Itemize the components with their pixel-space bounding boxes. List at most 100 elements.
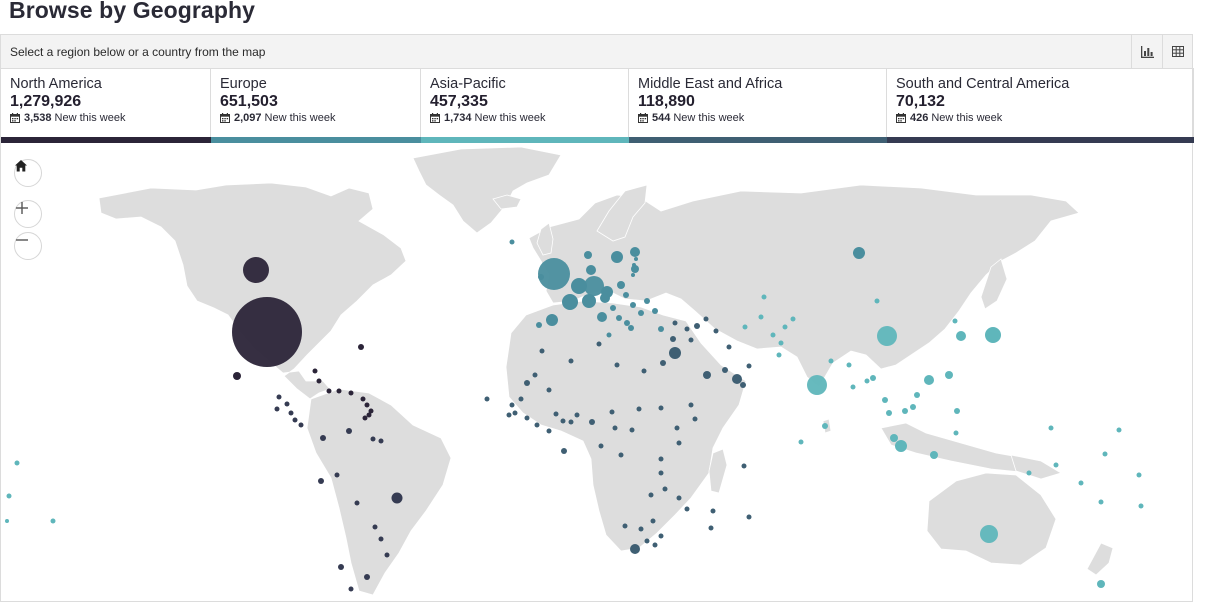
new-guinea-landmass[interactable] (1010, 454, 1062, 480)
country-bubble-asia-pacific[interactable] (846, 362, 852, 368)
country-bubble-mea[interactable] (574, 412, 580, 418)
country-bubble-south-america[interactable] (334, 472, 340, 478)
country-bubble-asia-pacific[interactable] (870, 375, 876, 381)
country-bubble-asia-pacific[interactable] (822, 423, 828, 429)
country-bubble-mea[interactable] (703, 371, 711, 379)
country-bubble-asia-pacific[interactable] (956, 331, 966, 341)
country-bubble-europe[interactable] (624, 320, 630, 326)
map-canvas[interactable] (1, 143, 1194, 603)
country-bubble-asia-pacific[interactable] (952, 318, 958, 324)
country-bubble-asia-pacific[interactable] (1138, 503, 1144, 509)
country-bubble-europe[interactable] (562, 294, 578, 310)
country-bubble-europe[interactable] (546, 314, 558, 326)
country-bubble-asia-pacific[interactable] (1136, 472, 1142, 478)
country-bubble-south-america[interactable] (384, 552, 390, 558)
country-bubble-south-america[interactable] (288, 410, 294, 416)
country-bubble-north-america[interactable] (243, 257, 269, 283)
country-bubble-europe[interactable] (632, 263, 636, 267)
country-bubble-europe[interactable] (630, 247, 640, 257)
country-bubble-mea[interactable] (676, 440, 682, 446)
country-bubble-asia-pacific[interactable] (902, 408, 908, 414)
country-bubble-europe[interactable] (601, 286, 613, 298)
country-bubble-europe[interactable] (658, 326, 664, 332)
country-bubble-asia-pacific[interactable] (954, 408, 960, 414)
country-bubble-mea[interactable] (688, 402, 694, 408)
country-bubble-mea[interactable] (672, 320, 678, 326)
country-bubble-south-america[interactable] (354, 500, 360, 506)
map-home-button[interactable] (14, 159, 42, 187)
country-bubble-europe[interactable] (611, 251, 623, 263)
country-bubble-asia-pacific[interactable] (924, 375, 934, 385)
country-bubble-south-america[interactable] (348, 586, 354, 592)
country-bubble-asia-pacific[interactable] (890, 434, 898, 442)
country-bubble-europe[interactable] (584, 276, 604, 296)
country-bubble-asia-pacific[interactable] (776, 352, 782, 358)
country-bubble-mea[interactable] (746, 514, 752, 520)
zoom-out-button[interactable] (14, 232, 42, 260)
country-bubble-mea[interactable] (539, 348, 545, 354)
country-bubble-south-america[interactable] (370, 436, 376, 442)
country-bubble-mea[interactable] (546, 428, 552, 434)
country-bubble-mea[interactable] (534, 422, 540, 428)
country-bubble-mea[interactable] (553, 411, 559, 417)
country-bubble-asia-pacific[interactable] (910, 404, 916, 410)
country-bubble-north-america[interactable] (364, 402, 370, 408)
country-bubble-europe[interactable] (853, 247, 865, 259)
country-bubble-mea[interactable] (726, 344, 732, 350)
country-bubble-mea[interactable] (676, 495, 682, 501)
africa-landmass[interactable] (505, 300, 747, 552)
country-bubble-mea[interactable] (532, 372, 538, 378)
country-bubble-europe[interactable] (616, 315, 622, 321)
country-bubble-mea[interactable] (688, 337, 694, 343)
country-bubble-asia-pacific[interactable] (850, 384, 856, 390)
country-bubble-mea[interactable] (506, 412, 512, 418)
country-bubble-mea[interactable] (740, 382, 746, 388)
country-bubble-mea[interactable] (713, 328, 719, 334)
country-bubble-north-america[interactable] (233, 372, 241, 380)
country-bubble-asia-pacific[interactable] (761, 294, 767, 300)
country-bubble-mea[interactable] (658, 470, 664, 476)
country-bubble-mea[interactable] (512, 410, 518, 416)
country-bubble-europe[interactable] (606, 332, 612, 338)
country-bubble-mea[interactable] (674, 425, 680, 431)
country-bubble-asia-pacific[interactable] (895, 440, 907, 452)
country-bubble-asia-pacific[interactable] (742, 324, 748, 330)
new-zealand-landmass[interactable] (1086, 542, 1114, 576)
country-bubble-asia-pacific[interactable] (1078, 480, 1084, 486)
country-bubble-south-america[interactable] (391, 492, 403, 504)
country-bubble-south-america[interactable] (378, 536, 384, 542)
country-bubble-north-america[interactable] (312, 368, 318, 374)
country-bubble-mea[interactable] (708, 525, 714, 531)
country-bubble-asia-pacific[interactable] (1097, 580, 1105, 588)
country-bubble-asia-pacific[interactable] (770, 332, 776, 338)
country-bubble-south-america[interactable] (318, 478, 324, 484)
country-bubble-north-america[interactable] (358, 344, 364, 350)
country-bubble-south-america[interactable] (276, 394, 282, 400)
country-bubble-mea[interactable] (732, 374, 742, 384)
region-tab-middle-east-and-africa[interactable]: Middle East and Africa 118,890 544 New this… (629, 68, 887, 143)
region-tab-south-and-central-america[interactable]: South and Central America 70,132 426 New th… (887, 68, 1194, 143)
country-bubble-mea[interactable] (568, 358, 574, 364)
country-bubble-europe[interactable] (584, 251, 592, 259)
north-america-landmass[interactable] (98, 182, 407, 400)
country-bubble-mea[interactable] (710, 508, 716, 514)
country-bubble-europe[interactable] (631, 273, 635, 277)
country-bubble-asia-pacific[interactable] (930, 451, 938, 459)
country-bubble-mea[interactable] (694, 323, 700, 329)
south-america-landmass[interactable] (306, 388, 452, 596)
country-bubble-europe[interactable] (538, 274, 544, 280)
country-bubble-asia-pacific[interactable] (828, 358, 834, 364)
country-bubble-mea[interactable] (622, 523, 628, 529)
country-bubble-mea[interactable] (684, 506, 690, 512)
country-bubble-asia-pacific[interactable] (1116, 427, 1122, 433)
country-bubble-mea[interactable] (484, 396, 490, 402)
australia-landmass[interactable] (926, 472, 1057, 566)
country-bubble-asia-pacific[interactable] (864, 378, 870, 384)
country-bubble-mea[interactable] (636, 406, 642, 412)
country-bubble-north-america[interactable] (360, 396, 366, 402)
country-bubble-mea[interactable] (524, 415, 530, 421)
country-bubble-mea[interactable] (638, 526, 644, 532)
country-bubble-asia-pacific[interactable] (914, 392, 920, 398)
country-bubble-mea[interactable] (650, 518, 656, 524)
country-bubble-asia-pacific[interactable] (1026, 470, 1032, 476)
